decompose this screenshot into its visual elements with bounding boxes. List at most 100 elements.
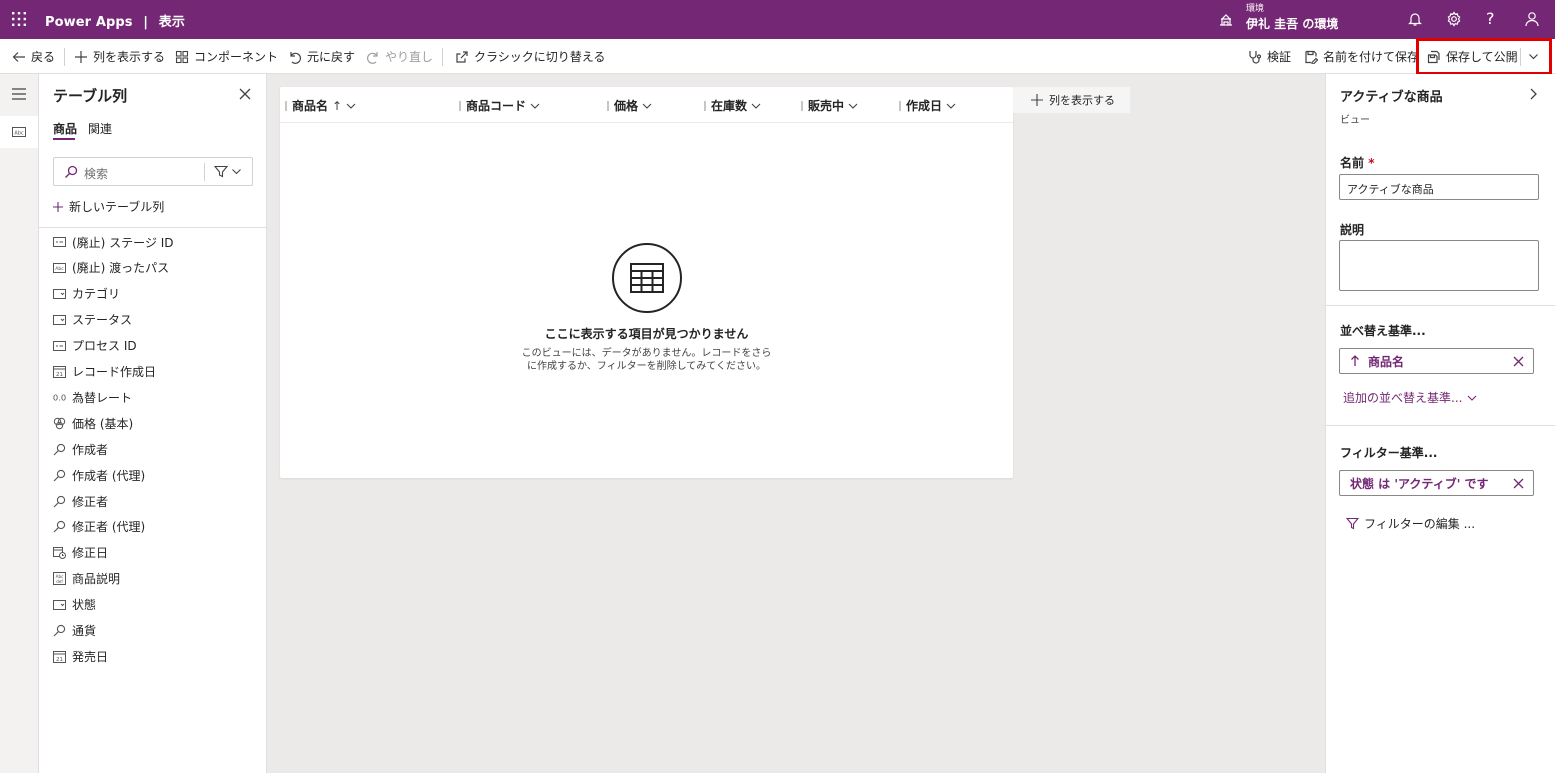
environment-name[interactable]: 伊礼 圭吾 の環境 [1246,15,1338,32]
user-profile-icon[interactable] [1524,11,1540,27]
field-item[interactable]: 価格 (基本) [53,413,133,433]
stethoscope-icon [1249,50,1262,64]
app-launcher-icon[interactable] [10,10,28,28]
column-header-on-sale[interactable]: 販売中 [801,97,858,114]
column-header-created-on[interactable]: 作成日 [899,97,956,114]
column-header-label: 商品コード [466,99,527,113]
field-item[interactable]: プロセス ID [53,336,137,356]
back-label: 戻る [31,50,56,64]
id-field-icon [53,236,66,249]
field-item[interactable]: 21 発売日 [53,646,108,666]
resize-handle[interactable] [285,100,287,111]
environment-label: 環境 [1246,4,1265,14]
show-column-label: 列を表示する [93,50,166,64]
hamburger-menu-icon[interactable] [0,78,38,110]
save-as-button[interactable]: 名前を付けて保存 [1304,39,1419,74]
filter-dropdown-icon[interactable] [214,165,242,178]
chevron-down-icon [530,103,540,109]
save-and-publish-button[interactable]: 保存して公開 [1427,39,1518,74]
validate-button[interactable]: 検証 [1248,39,1291,74]
field-item[interactable]: Abc def 商品説明 [53,569,120,589]
field-item[interactable]: (廃止) ステージ ID [53,232,174,252]
resize-handle[interactable] [459,100,461,111]
svg-text:0.0: 0.0 [53,393,66,403]
sort-ascending-icon: ↑ [332,98,343,113]
svg-text:Abc: Abc [55,266,64,272]
sort-chip[interactable]: 商品名 [1339,348,1534,374]
text-field-icon: Abc [53,261,66,274]
field-item[interactable]: 修正者 [53,491,108,511]
calendar-clock-icon [53,546,66,560]
field-label: 作成者 [72,442,109,457]
resize-handle[interactable] [607,100,609,111]
show-column-button[interactable]: 列を表示する [74,39,165,74]
close-icon[interactable] [239,88,251,100]
field-item[interactable]: 21 レコード作成日 [53,362,156,382]
component-button[interactable]: コンポーネント [175,39,278,74]
description-label: 説明 [1340,223,1365,237]
resize-handle[interactable] [801,100,803,111]
column-header-stock[interactable]: 在庫数 [704,97,761,114]
filter-chip[interactable]: 状態 は 'アクティブ' です [1339,470,1534,496]
table-columns-nav-icon[interactable]: Abc [0,116,38,148]
svg-text:21: 21 [56,372,63,378]
currency-icon [53,417,66,430]
field-item[interactable]: 作成者 (代理) [53,465,145,485]
name-label: 名前 * [1340,154,1374,171]
field-item[interactable]: カテゴリ [53,284,120,304]
save-publish-dropdown[interactable] [1528,39,1539,74]
field-item[interactable]: 修正日 [53,543,108,563]
add-column-button[interactable]: 列を表示する [1013,87,1130,113]
filter-icon [1346,517,1359,530]
new-table-column-button[interactable]: 新しいテーブル列 [53,198,164,215]
back-arrow-icon [12,51,25,62]
field-item[interactable]: 状態 [53,595,96,615]
field-item[interactable]: 修正者 (代理) [53,517,145,537]
resize-handle[interactable] [899,100,901,111]
edit-filter-link[interactable]: フィルターの編集 ... [1346,515,1475,532]
view-description-input[interactable] [1339,240,1539,291]
column-header-product-code[interactable]: 商品コード [459,97,540,114]
chevron-right-icon[interactable] [1528,88,1538,100]
field-item[interactable]: Abc (廃止) 渡ったパス [53,258,169,278]
pane-divider [39,227,266,228]
column-header-label: 価格 [614,99,639,113]
command-separator [64,48,65,66]
help-icon[interactable]: ? [1486,9,1495,28]
remove-sort-icon[interactable] [1513,356,1524,367]
field-item[interactable]: ステータス [53,310,132,330]
field-item[interactable]: 0.0 為替レート [53,387,132,407]
view-name-input[interactable]: アクティブな商品 [1339,174,1539,200]
redo-button[interactable]: やり直し [366,39,433,74]
empty-state-title: ここに表示する項目が見つかりません [544,327,749,341]
section-divider [1326,305,1555,306]
switch-classic-button[interactable]: クラシックに切り替える [455,39,605,74]
undo-button[interactable]: 元に戻す [288,39,355,74]
view-properties-pane: アクティブな商品 ビュー 名前 * アクティブな商品 説明 並べ替え基準... … [1325,74,1555,773]
column-search-box[interactable]: 検索 [53,157,253,186]
back-button[interactable]: 戻る [12,39,55,74]
notification-bell-icon[interactable] [1407,11,1423,27]
command-separator [1520,48,1521,66]
column-header-label: 販売中 [808,99,845,113]
grid-header: 商品名 ↑ 商品コード 価格 在庫数 販売中 作成日 [280,87,1013,123]
search-input[interactable]: 検索 [84,165,108,182]
settings-gear-icon[interactable] [1446,11,1462,27]
required-marker: * [1368,156,1375,170]
tab-product[interactable]: 商品 [53,120,77,137]
field-label: (廃止) 渡ったパス [72,261,170,276]
save-publish-icon [1427,50,1440,63]
field-item[interactable]: 通貨 [53,621,96,641]
column-header-price[interactable]: 価格 [607,97,652,114]
remove-filter-icon[interactable] [1513,478,1524,489]
search-lookup-icon [53,443,66,456]
pane-title: テーブル列 [53,87,128,105]
calendar-icon: 21 [53,365,66,378]
column-header-product-name[interactable]: 商品名 ↑ [285,97,356,114]
environment-icon[interactable] [1218,11,1234,27]
add-sort-link[interactable]: 追加の並べ替え基準... [1343,389,1477,406]
tab-related[interactable]: 関連 [88,120,112,137]
field-item[interactable]: 作成者 [53,439,108,459]
resize-handle[interactable] [704,100,706,111]
column-header-label: 在庫数 [711,99,748,113]
